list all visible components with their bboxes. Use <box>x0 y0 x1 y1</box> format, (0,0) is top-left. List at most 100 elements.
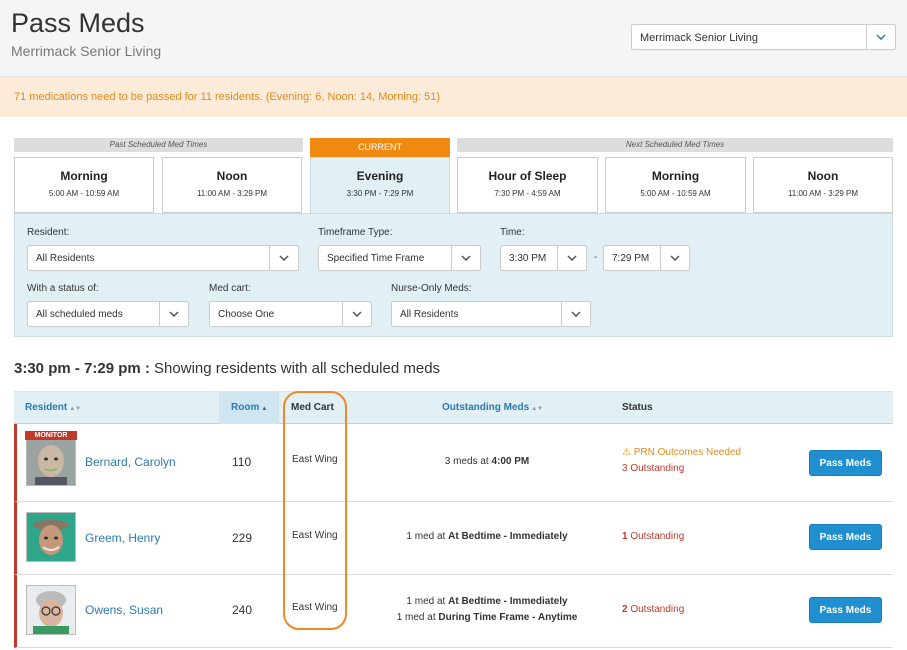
chevron-down-icon[interactable] <box>660 246 689 270</box>
avatar <box>26 512 76 562</box>
med-line-text: 1 med at <box>406 596 449 607</box>
column-outstanding-meds[interactable]: Outstanding Meds ▲▼ <box>442 402 543 413</box>
medications-alert: 71 medications need to be passed for 11 … <box>0 77 907 117</box>
tab-name: Hour of Sleep <box>488 169 567 183</box>
tab-name: Noon <box>807 169 839 183</box>
time-from-value: 3:30 PM <box>509 253 547 264</box>
section-title: 3:30 pm - 7:29 pm : Showing residents wi… <box>14 360 440 377</box>
page-title: Pass Meds <box>11 8 145 38</box>
pass-meds-button[interactable]: Pass Meds <box>809 524 882 550</box>
column-med-cart: Med Cart <box>291 402 334 413</box>
resident-name-link[interactable]: Greem, Henry <box>85 531 160 545</box>
avatar <box>26 585 76 635</box>
outstanding-status: 2 Outstanding <box>622 602 684 618</box>
sort-icon: ▲▼ <box>69 406 82 412</box>
outstanding-text: Outstanding <box>627 463 685 474</box>
tab-time: 5:00 AM - 10:59 AM <box>640 189 711 198</box>
time-separator: - <box>594 252 598 263</box>
table-row: Greem, Henry 229 East Wing 1 med at At B… <box>14 502 893 575</box>
table-row: MONITOR Bernard, Carolyn 110 East Wing 3… <box>14 424 893 502</box>
column-resident[interactable]: Resident ▲▼ <box>25 402 81 413</box>
room-number: 110 <box>232 455 252 469</box>
status-select[interactable]: All scheduled meds <box>27 301 189 327</box>
tab-time: 3:30 PM - 7:29 PM <box>346 189 414 198</box>
chevron-down-icon[interactable] <box>451 246 480 270</box>
med-cart-value: Choose One <box>218 309 275 320</box>
med-cart-value: East Wing <box>292 454 338 465</box>
resident-filter-label: Resident: <box>27 227 70 238</box>
tab-time: 11:00 AM - 3:29 PM <box>196 189 268 198</box>
med-line-time: During Time Frame - Anytime <box>438 612 578 623</box>
chevron-down-icon[interactable] <box>557 246 586 270</box>
tab-hour-of-sleep[interactable]: Hour of Sleep 7:30 PM - 4:59 AM <box>457 157 598 213</box>
med-cart-value: East Wing <box>292 602 338 613</box>
time-to-select[interactable]: 7:29 PM <box>603 245 690 271</box>
outstanding-meds: 3 meds at 4:00 PM <box>347 454 627 470</box>
tab-morning-next[interactable]: Morning 5:00 AM - 10:59 AM <box>605 157 746 213</box>
pass-meds-button[interactable]: Pass Meds <box>809 450 882 476</box>
pass-meds-button[interactable]: Pass Meds <box>809 597 882 623</box>
med-cart-value: East Wing <box>292 530 338 541</box>
tab-evening-current[interactable]: Evening 3:30 PM - 7:29 PM <box>310 157 450 214</box>
nurse-only-select[interactable]: All Residents <box>391 301 591 327</box>
nurse-only-value: All Residents <box>400 309 459 320</box>
med-cart-label: Med cart: <box>209 283 251 294</box>
chevron-down-icon[interactable] <box>342 302 371 326</box>
column-status: Status <box>622 402 653 413</box>
section-range: 3:30 pm - 7:29 pm : <box>14 360 150 377</box>
prn-warning: ⚠ PRN Outcomes Needed <box>622 445 741 461</box>
status-cell: ⚠ PRN Outcomes Needed 3 Outstanding <box>622 445 741 477</box>
med-line-text: 1 med at <box>406 531 449 542</box>
monitor-badge: MONITOR <box>25 431 77 440</box>
current-label: CURRENT <box>310 138 450 157</box>
med-line: 1 med at At Bedtime - Immediately <box>347 594 627 610</box>
timeframe-type-label: Timeframe Type: <box>318 227 393 238</box>
column-resident-label: Resident <box>25 402 68 413</box>
timeframe-type-value: Specified Time Frame <box>327 253 425 264</box>
tab-time: 7:30 PM - 4:59 AM <box>494 189 561 198</box>
chevron-down-icon[interactable] <box>159 302 188 326</box>
med-cart-select[interactable]: Choose One <box>209 301 372 327</box>
nurse-only-label: Nurse-Only Meds: <box>391 283 472 294</box>
med-line: 1 med at At Bedtime - Immediately <box>347 529 627 545</box>
tab-noon-past[interactable]: Noon 11:00 AM - 3:29 PM <box>162 157 302 213</box>
tab-morning-past[interactable]: Morning 5:00 AM - 10:59 AM <box>14 157 154 213</box>
status-select-value: All scheduled meds <box>36 309 123 320</box>
room-number: 229 <box>232 531 253 545</box>
chevron-down-icon[interactable] <box>561 302 590 326</box>
chevron-down-icon[interactable] <box>269 246 298 270</box>
time-to-value: 7:29 PM <box>612 253 650 264</box>
tab-noon-next[interactable]: Noon 11:00 AM - 3:29 PM <box>753 157 893 213</box>
room-number: 240 <box>232 603 253 617</box>
section-description: Showing residents with all scheduled med… <box>154 360 441 377</box>
med-line-text: 1 med at <box>396 612 439 623</box>
med-line-time: 4:00 PM <box>491 456 530 467</box>
timeframe-type-select[interactable]: Specified Time Frame <box>318 245 481 271</box>
outstanding-meds: 1 med at At Bedtime - Immediately 1 med … <box>347 594 627 626</box>
med-line-time: At Bedtime - Immediately <box>448 531 568 542</box>
resident-name-link[interactable]: Owens, Susan <box>85 603 163 617</box>
chevron-down-icon[interactable] <box>866 25 895 49</box>
resident-name-link[interactable]: Bernard, Carolyn <box>85 455 176 469</box>
facility-select[interactable]: Merrimack Senior Living <box>631 24 896 50</box>
warning-text: PRN Outcomes Needed <box>633 447 742 458</box>
sort-asc-icon: ▲ <box>261 406 268 412</box>
tab-name: Evening <box>356 169 404 183</box>
status-filter-label: With a status of: <box>27 283 99 294</box>
column-room[interactable]: Room ▲ <box>231 402 267 413</box>
resident-select[interactable]: All Residents <box>27 245 299 271</box>
next-times-label: Next Scheduled Med Times <box>457 138 893 152</box>
resident-select-value: All Residents <box>36 253 95 264</box>
outstanding-meds: 1 med at At Bedtime - Immediately <box>347 529 627 545</box>
filter-panel: Resident: All Residents Timeframe Type: … <box>14 213 893 337</box>
status-cell: 1 Outstanding <box>622 529 684 545</box>
sort-icon: ▲▼ <box>531 406 544 412</box>
avatar <box>26 436 76 486</box>
time-from-select[interactable]: 3:30 PM <box>500 245 587 271</box>
table-header: Resident ▲▼ Room ▲ Med Cart Outstanding Me… <box>14 391 893 424</box>
med-line: 1 med at During Time Frame - Anytime <box>347 610 627 626</box>
facility-select-value: Merrimack Senior Living <box>640 32 758 44</box>
page-subtitle: Merrimack Senior Living <box>11 43 162 59</box>
outstanding-status: 3 Outstanding <box>622 461 741 477</box>
tab-time: 5:00 AM - 10:59 AM <box>48 189 120 198</box>
